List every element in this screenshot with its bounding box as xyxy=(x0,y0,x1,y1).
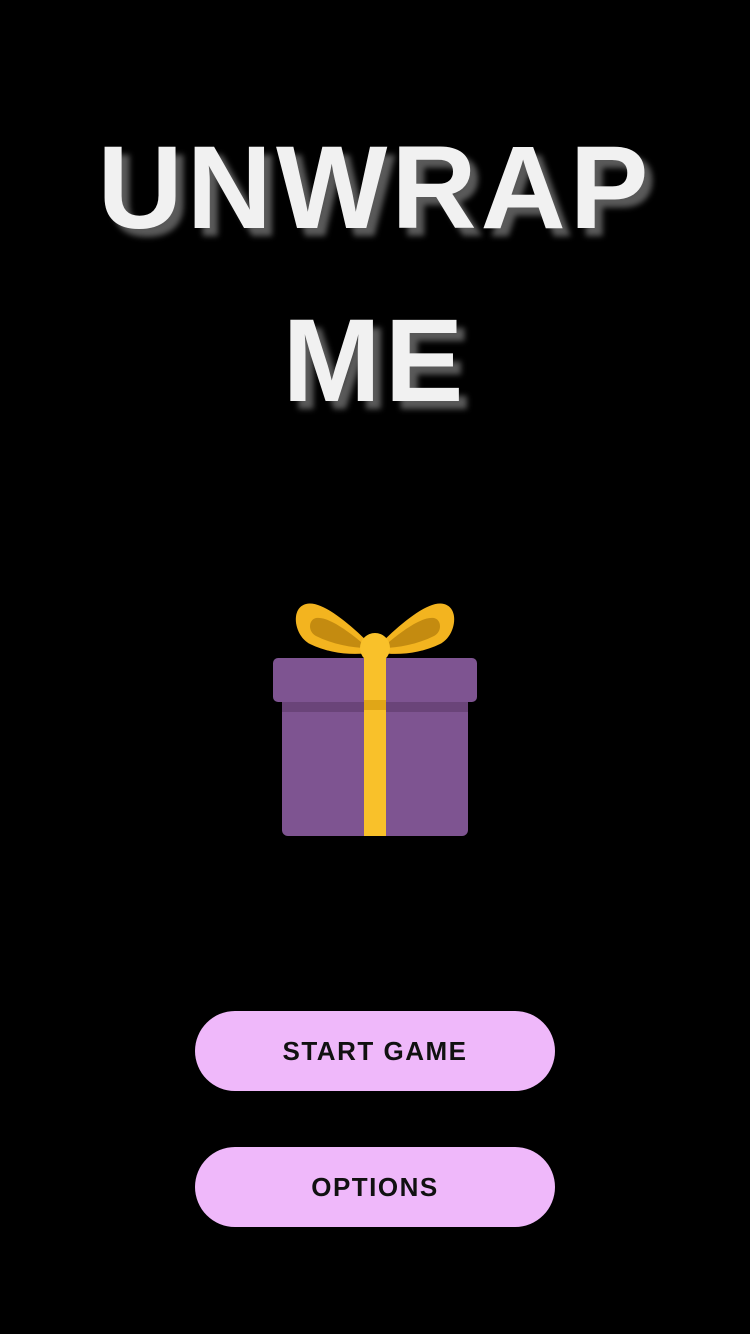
gift-icon xyxy=(273,603,477,836)
main-menu-screen: UNWRAP ME START GAME OPTIONS xyxy=(0,0,750,1334)
gift-ribbon-shade xyxy=(364,700,386,710)
game-title-line-2: ME xyxy=(282,295,468,427)
options-button[interactable]: OPTIONS xyxy=(195,1147,555,1227)
gift-ribbon xyxy=(364,654,386,836)
game-title-line-1: UNWRAP xyxy=(97,122,653,254)
start-game-button[interactable]: START GAME xyxy=(195,1011,555,1091)
